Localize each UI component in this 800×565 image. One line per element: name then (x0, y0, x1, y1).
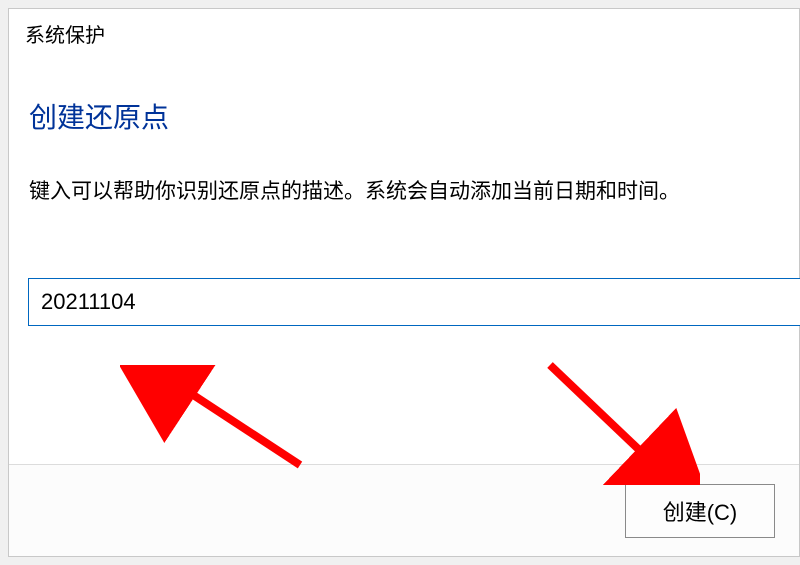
dialog-title: 系统保护 (9, 9, 799, 54)
dialog-content: 创建还原点 键入可以帮助你识别还原点的描述。系统会自动添加当前日期和时间。 (9, 54, 799, 464)
restore-point-description-input[interactable] (28, 278, 800, 326)
create-restore-point-heading: 创建还原点 (29, 96, 779, 136)
system-protection-dialog: 系统保护 创建还原点 键入可以帮助你识别还原点的描述。系统会自动添加当前日期和时… (8, 8, 800, 557)
dialog-footer: 创建(C) (9, 464, 799, 556)
create-button[interactable]: 创建(C) (625, 484, 775, 538)
input-wrap (28, 278, 800, 326)
instruction-text: 键入可以帮助你识别还原点的描述。系统会自动添加当前日期和时间。 (29, 176, 779, 208)
